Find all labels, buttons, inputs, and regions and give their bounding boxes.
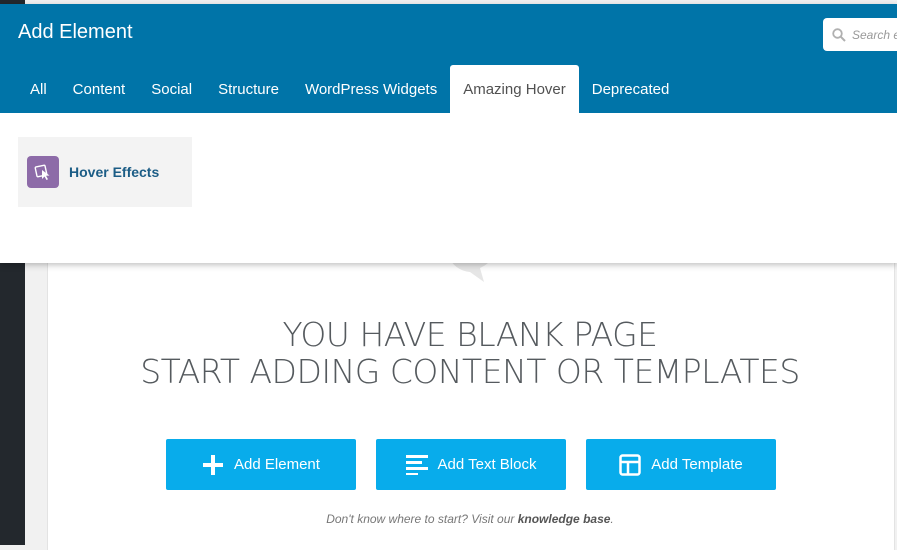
knowledge-base-link[interactable]: knowledge base (518, 512, 611, 526)
add-template-label: Add Template (651, 456, 743, 473)
tab-wordpress-widgets[interactable]: WordPress Widgets (292, 65, 450, 113)
help-prefix: Don't know where to start? Visit our (326, 512, 518, 526)
tab-structure[interactable]: Structure (205, 65, 292, 113)
add-text-block-button[interactable]: Add Text Block (376, 439, 566, 490)
add-element-panel: Add Element All Content Social Structure… (0, 4, 897, 263)
panel-header: Add Element All Content Social Structure… (0, 4, 897, 113)
plus-icon (203, 454, 224, 475)
tab-all[interactable]: All (18, 65, 60, 113)
add-element-label: Add Element (234, 456, 320, 473)
element-hover-effects[interactable]: Hover Effects (18, 137, 192, 207)
add-element-button[interactable]: Add Element (166, 439, 356, 490)
tab-content[interactable]: Content (60, 65, 139, 113)
element-label: Hover Effects (69, 164, 160, 180)
search-icon (832, 27, 846, 42)
category-tabs: All Content Social Structure WordPress W… (18, 65, 682, 113)
template-layout-icon (619, 453, 642, 476)
add-template-button[interactable]: Add Template (586, 439, 776, 490)
search-box[interactable] (823, 18, 897, 51)
blank-page-heading: YOU HAVE BLANK PAGE (282, 315, 658, 354)
help-suffix: . (610, 512, 614, 526)
search-input[interactable] (852, 27, 897, 42)
tab-deprecated[interactable]: Deprecated (579, 65, 683, 113)
builder-canvas (47, 250, 895, 550)
tab-social[interactable]: Social (138, 65, 205, 113)
tab-amazing-hover[interactable]: Amazing Hover (450, 65, 579, 113)
panel-title: Add Element (18, 21, 133, 43)
hover-effects-icon (27, 156, 59, 188)
help-text: Don't know where to start? Visit our kno… (47, 512, 893, 526)
blank-page-subheading: START ADDING CONTENT OR TEMPLATES (140, 352, 800, 391)
add-text-block-label: Add Text Block (437, 456, 537, 473)
text-lines-icon (405, 454, 428, 475)
panel-body: Hover Effects (0, 113, 897, 263)
